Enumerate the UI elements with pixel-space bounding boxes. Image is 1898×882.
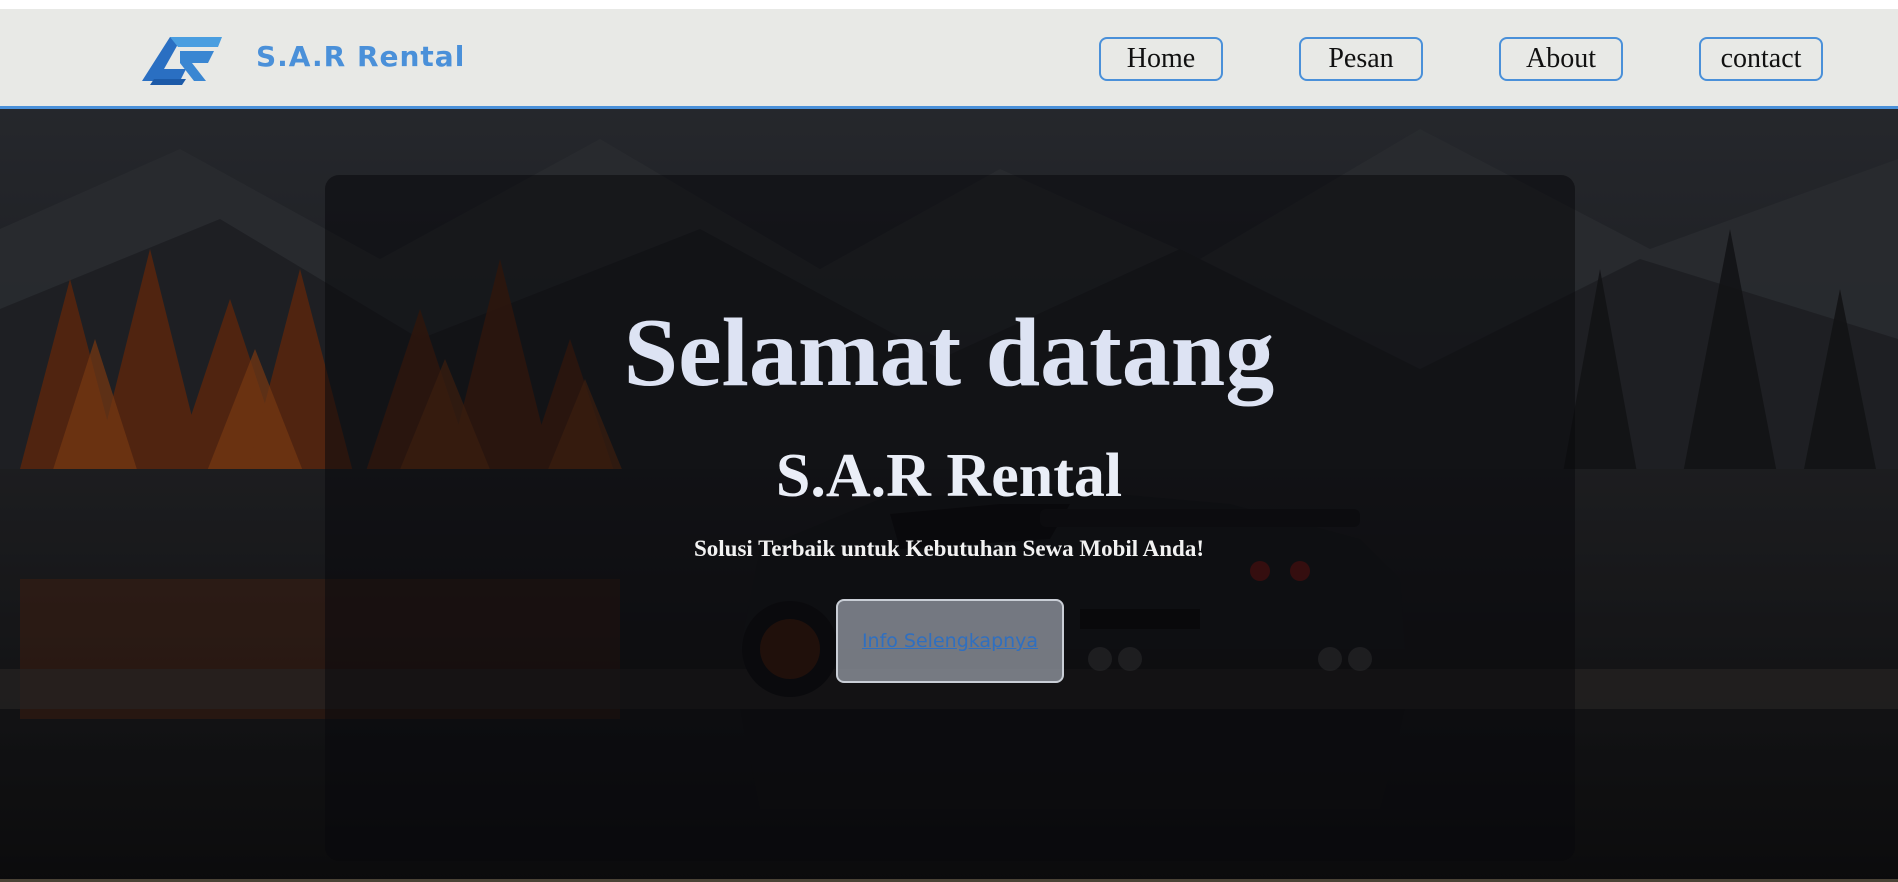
- sar-logo-icon[interactable]: [140, 29, 222, 87]
- navbar: S.A.R Rental Home Pesan About contact: [0, 9, 1898, 109]
- top-strip: [0, 0, 1898, 9]
- hero-card: [325, 175, 1575, 861]
- hero-headline: Selamat datang: [623, 299, 1275, 407]
- hero-section: Selamat datang S.A.R Rental Solusi Terba…: [0, 109, 1898, 882]
- info-selengkapnya-button[interactable]: Info Selengkapnya: [836, 599, 1064, 683]
- hero-tagline: Solusi Terbaik untuk Kebutuhan Sewa Mobi…: [693, 536, 1205, 561]
- nav-home-button[interactable]: Home: [1099, 37, 1223, 81]
- nav-contact-button[interactable]: contact: [1699, 37, 1823, 81]
- hero-subtitle: S.A.R Rental: [775, 442, 1123, 510]
- nav-about-button[interactable]: About: [1499, 37, 1623, 81]
- nav-pesan-button[interactable]: Pesan: [1299, 37, 1423, 81]
- brand-name[interactable]: S.A.R Rental: [256, 40, 465, 73]
